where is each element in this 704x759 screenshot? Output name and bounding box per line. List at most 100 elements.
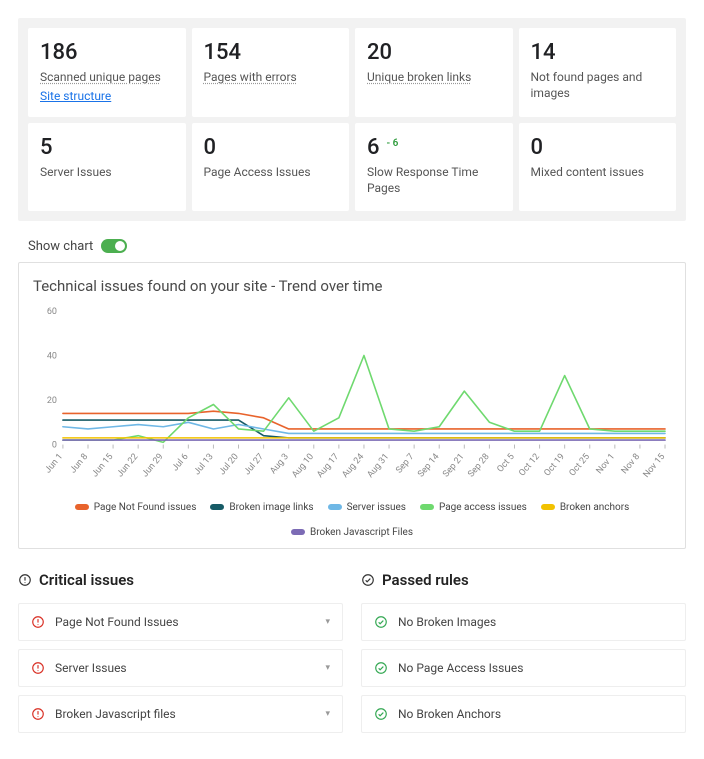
alert-icon — [31, 661, 45, 675]
svg-text:Sep 28: Sep 28 — [466, 452, 491, 479]
stat-delta: - 6 — [386, 138, 398, 149]
svg-text:Aug 3: Aug 3 — [269, 452, 291, 476]
critical-issues-header: Critical issues — [18, 571, 343, 589]
stat-label: Pages with errors — [204, 69, 338, 85]
passed-rule-item[interactable]: No Broken Images — [361, 603, 686, 641]
chart-title: Technical issues found on your site - Tr… — [33, 277, 671, 295]
svg-text:Oct 12: Oct 12 — [517, 452, 541, 478]
svg-text:Jun 15: Jun 15 — [90, 452, 115, 479]
stat-label: Not found pages and images — [531, 69, 665, 101]
trend-chart: 0204060Jun 1Jun 8Jun 15Jun 22Jun 29Jul 6… — [33, 305, 671, 494]
stat-mixed-content[interactable]: 0 Mixed content issues — [519, 123, 677, 210]
legend-item[interactable]: Server issues — [328, 502, 406, 513]
svg-text:Sep 7: Sep 7 — [394, 452, 416, 476]
chevron-down-icon: ▾ — [325, 663, 330, 673]
stat-page-access[interactable]: 0 Page Access Issues — [192, 123, 350, 210]
legend-item[interactable]: Broken image links — [210, 502, 313, 513]
svg-text:Nov 8: Nov 8 — [620, 452, 642, 476]
legend-item[interactable]: Page access issues — [420, 502, 527, 513]
critical-issues-column: Critical issues Page Not Found Issues▾Se… — [18, 571, 343, 741]
legend-item[interactable]: Broken Javascript Files — [291, 527, 413, 538]
legend-item[interactable]: Broken anchors — [541, 502, 629, 513]
critical-issue-item[interactable]: Broken Javascript files▾ — [18, 695, 343, 733]
stat-value: 154 — [204, 40, 338, 65]
svg-text:Oct 25: Oct 25 — [568, 452, 592, 478]
stat-scanned-pages[interactable]: 186 Scanned unique pages Site structure — [28, 28, 186, 117]
svg-text:Sep 14: Sep 14 — [416, 452, 441, 479]
stat-label: Server Issues — [40, 164, 174, 180]
check-circle-icon — [374, 661, 388, 675]
svg-text:Jul 27: Jul 27 — [243, 452, 266, 477]
chart-legend: Page Not Found issues Broken image links S… — [33, 502, 671, 538]
svg-text:Oct 5: Oct 5 — [496, 452, 517, 475]
legend-label: Broken anchors — [560, 502, 629, 513]
legend-swatch — [210, 504, 224, 510]
legend-swatch — [420, 504, 434, 510]
critical-issue-item[interactable]: Server Issues ▾ — [18, 649, 343, 687]
svg-text:Jul 13: Jul 13 — [192, 452, 215, 477]
check-circle-icon — [374, 707, 388, 721]
legend-label: Broken Javascript Files — [310, 527, 413, 538]
svg-text:Jul 6: Jul 6 — [171, 452, 191, 473]
issue-label: Page Not Found Issues — [55, 615, 179, 629]
stat-not-found[interactable]: 14 Not found pages and images — [519, 28, 677, 117]
critical-issue-item[interactable]: Page Not Found Issues▾ — [18, 603, 343, 641]
svg-text:Nov 15: Nov 15 — [642, 452, 668, 480]
chart-card: Technical issues found on your site - Tr… — [18, 262, 686, 549]
stat-value: 186 — [40, 40, 174, 65]
header-text: Passed rules — [382, 571, 469, 589]
check-circle-icon — [374, 615, 388, 629]
passed-rules-header: Passed rules — [361, 571, 686, 589]
legend-label: Server issues — [347, 502, 406, 513]
issue-label: No Page Access Issues — [398, 661, 523, 675]
show-chart-toggle-row: Show chart — [28, 239, 686, 254]
legend-label: Page access issues — [439, 502, 527, 513]
svg-text:40: 40 — [47, 351, 57, 361]
show-chart-toggle[interactable] — [101, 239, 127, 253]
svg-text:Sep 21: Sep 21 — [441, 452, 466, 479]
stat-label: Slow Response Time Pages — [367, 164, 501, 196]
stat-value: 5 — [40, 135, 174, 160]
stat-label: Mixed content issues — [531, 164, 665, 180]
passed-rule-item[interactable]: No Page Access Issues — [361, 649, 686, 687]
legend-label: Page Not Found issues — [94, 502, 197, 513]
svg-text:Jun 22: Jun 22 — [115, 452, 140, 479]
alert-icon — [31, 615, 45, 629]
svg-text:Jun 8: Jun 8 — [68, 452, 90, 475]
svg-text:Jul 20: Jul 20 — [217, 452, 240, 477]
stat-broken-links[interactable]: 20 Unique broken links — [355, 28, 513, 117]
stat-pages-errors[interactable]: 154 Pages with errors — [192, 28, 350, 117]
stat-value: 20 — [367, 40, 501, 65]
header-text: Critical issues — [39, 571, 134, 589]
svg-text:Nov 1: Nov 1 — [595, 452, 617, 476]
svg-text:Aug 10: Aug 10 — [290, 452, 316, 480]
issue-label: No Broken Anchors — [398, 707, 501, 721]
stat-server-issues[interactable]: 5 Server Issues — [28, 123, 186, 210]
site-structure-link[interactable]: Site structure — [40, 89, 174, 103]
stat-label: Unique broken links — [367, 69, 501, 85]
stat-value: 0 — [204, 135, 338, 160]
svg-text:0: 0 — [52, 440, 57, 450]
svg-text:Aug 17: Aug 17 — [315, 452, 341, 480]
stat-slow-response[interactable]: 6 - 6 Slow Response Time Pages — [355, 123, 513, 210]
passed-rule-item[interactable]: No Broken Anchors — [361, 695, 686, 733]
stat-label: Scanned unique pages — [40, 69, 174, 85]
svg-text:Aug 24: Aug 24 — [341, 452, 367, 480]
svg-text:Jun 29: Jun 29 — [140, 452, 165, 479]
legend-label: Broken image links — [229, 502, 313, 513]
svg-text:20: 20 — [47, 396, 57, 406]
legend-swatch — [541, 504, 555, 510]
stat-label: Page Access Issues — [204, 164, 338, 180]
alert-icon — [31, 707, 45, 721]
stat-value: 0 — [531, 135, 665, 160]
issue-label: No Broken Images — [398, 615, 496, 629]
issue-label: Server Issues — [55, 661, 127, 675]
svg-text:60: 60 — [47, 307, 57, 317]
legend-swatch — [328, 504, 342, 510]
legend-item[interactable]: Page Not Found issues — [75, 502, 197, 513]
stats-panel: 186 Scanned unique pages Site structure … — [18, 18, 686, 221]
issue-label: Broken Javascript files — [55, 707, 176, 721]
check-circle-icon — [361, 573, 375, 587]
alert-icon — [18, 573, 32, 587]
toggle-label: Show chart — [28, 239, 93, 254]
